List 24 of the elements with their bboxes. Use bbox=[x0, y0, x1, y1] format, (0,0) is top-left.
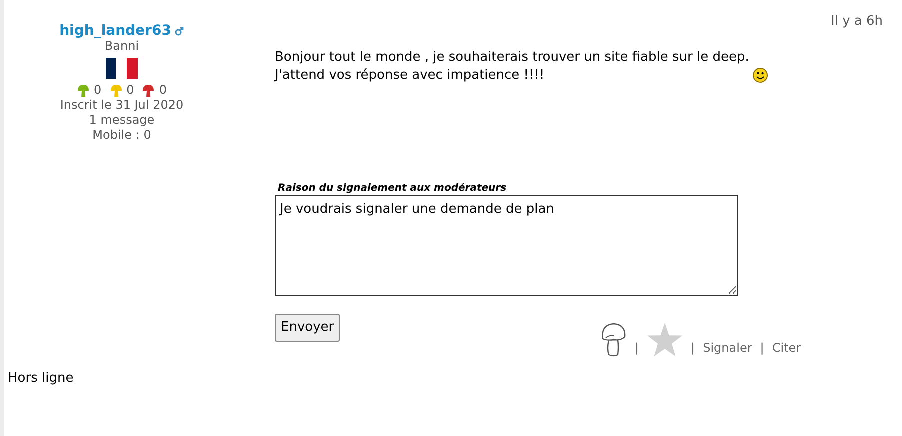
separator-text: | bbox=[635, 340, 640, 357]
registration-date: Inscrit le 31 Jul 2020 bbox=[59, 98, 185, 113]
report-label: Raison du signalement aux modérateurs bbox=[278, 183, 508, 195]
reputation-count: 0 bbox=[159, 83, 167, 98]
mobile-count: Mobile : 0 bbox=[92, 128, 152, 143]
user-rank: Banni bbox=[104, 39, 140, 54]
post-text: Bonjour tout le monde , je souhaiterais trouver un site fiable sur le deep. J'attend vos réponse avec impatience !!!! bbox=[275, 49, 750, 85]
flag-icon bbox=[106, 58, 138, 79]
mushroom-icon[interactable] bbox=[601, 323, 627, 357]
male-icon bbox=[175, 27, 184, 36]
reputation-count: 0 bbox=[126, 83, 134, 98]
separator-text: | bbox=[760, 340, 764, 357]
message-count: 1 message bbox=[88, 113, 156, 128]
action-link[interactable]: Citer bbox=[772, 339, 802, 357]
action-link[interactable]: Signaler bbox=[703, 339, 752, 357]
reputation-count: 0 bbox=[94, 83, 102, 98]
star-icon[interactable] bbox=[647, 323, 684, 357]
separator-text: | bbox=[691, 340, 696, 357]
post-time: Il y a 6h bbox=[830, 13, 883, 31]
smiley-icon bbox=[753, 68, 768, 83]
send-button[interactable]: Envoyer bbox=[275, 314, 340, 342]
status-text: Hors ligne bbox=[8, 370, 74, 386]
report-reason-field[interactable]: Je voudrais signaler une demande de plan bbox=[275, 195, 738, 296]
username-link[interactable]: high_lander63 bbox=[60, 24, 172, 39]
